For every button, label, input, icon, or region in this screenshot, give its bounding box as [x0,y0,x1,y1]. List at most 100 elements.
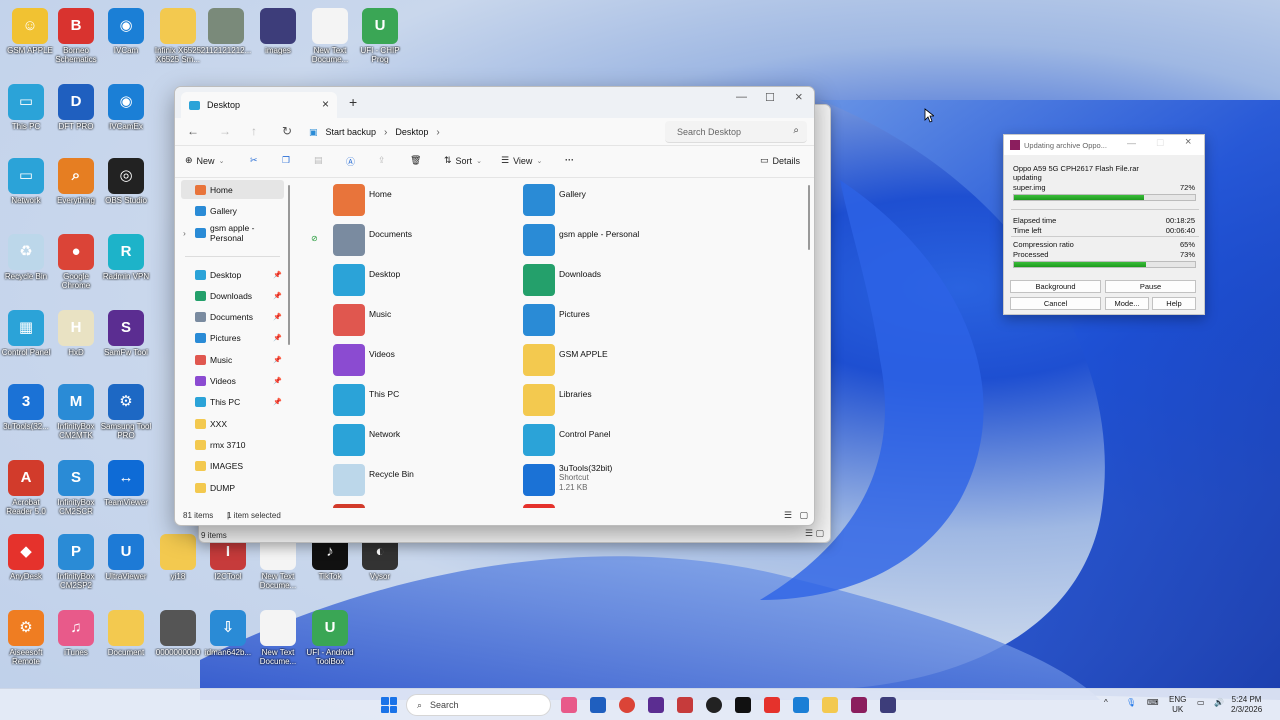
delete-icon[interactable]: 🗑 [410,155,421,166]
file-item[interactable]: Recycle Bin [333,462,518,502]
sidebar-item[interactable]: Documents 📌 [181,307,284,326]
sidebar-item[interactable]: Home [181,180,284,199]
rar-title-bar[interactable]: Updating archive Oppo... — ☐ × [1004,135,1204,155]
file-item[interactable]: Desktop [333,262,518,302]
sidebar-item[interactable]: This PC 📌 [181,392,284,411]
desktop-icon[interactable]: 3 3uTools(32... [0,384,52,431]
sidebar-item[interactable]: Videos 📌 [181,371,284,390]
file-item[interactable]: Libraries [523,382,708,422]
breadcrumb-start-backup[interactable]: Start backup [326,127,377,137]
details-button[interactable]: ▭ Details [760,155,800,166]
network-icon[interactable]: ▭ [1197,698,1205,708]
desktop-icon[interactable]: A Acrobat Reader 5.0 [0,460,52,516]
content-scrollbar[interactable] [808,185,810,250]
desktop-icon[interactable]: ▦ Control Panel [0,310,52,357]
itunes-taskbar-icon[interactable] [561,697,577,713]
mode-button[interactable]: Mode... [1105,297,1149,310]
desktop-icon[interactable]: Document [100,610,152,657]
refresh-icon[interactable]: ↻ [282,124,292,138]
desktop-icon[interactable]: ♫ iTunes [50,610,102,657]
desktop-icon[interactable]: 2112121212... [200,8,252,55]
desktop-icon[interactable]: P InfinityBox CM2SP2 [50,534,102,590]
winrar-progress-dialog[interactable]: Updating archive Oppo... — ☐ × Oppo A59 … [1003,134,1205,315]
desktop-icon[interactable]: U UFI - Android ToolBox [304,610,356,666]
view-toggle-icon[interactable]: ☰ ▢ [805,528,824,539]
desktop-icon[interactable]: ◉ IVCam [100,8,152,55]
sidebar-item[interactable]: DUMP [181,478,284,497]
breadcrumb[interactable]: ▣ Start backup › Desktop › [309,121,659,143]
keyboard-icon[interactable]: ⌨ [1147,698,1159,708]
file-item[interactable]: 3uTools(32bit) Shortcut 1.21 KB [523,462,708,502]
clock[interactable]: 5:24 PM 2/3/2026 [1231,695,1262,714]
breadcrumb-desktop[interactable]: Desktop [395,127,428,137]
desktop-icon[interactable]: M InfinityBox CM2MTK [50,384,102,440]
sidebar-item[interactable]: IMAGES [181,456,284,475]
desktop-icon[interactable]: U UFI - CHIP Prog [354,8,406,64]
more-options-button[interactable]: ··· [565,155,574,165]
file-item[interactable]: Documents [333,222,518,262]
sidebar-item[interactable]: › gsm apple - Personal [181,223,284,243]
desktop-icon[interactable]: ◆ AnyDesk [0,534,52,581]
desktop-icon[interactable]: ⚙ Samsung Tool PRO [100,384,152,440]
desktop-icon[interactable]: ☺ GSM APPLE [4,8,56,55]
title-bar[interactable]: Desktop × + — ☐ × [175,87,814,118]
winrar-taskbar-icon[interactable] [851,697,867,713]
file-item[interactable]: Videos [333,342,518,382]
view-button[interactable]: ☰ View ⌄ [501,155,542,166]
tiktok-taskbar-icon[interactable] [735,697,751,713]
file-item[interactable]: Downloads [523,262,708,302]
new-tab-button[interactable]: + [349,94,357,110]
desktop-icon[interactable]: D DFT PRO [50,84,102,131]
desktop-icon[interactable]: ⌕ Everything [50,158,102,205]
desktop-icon[interactable]: ● Google Chrome [50,234,102,290]
back-arrow-icon[interactable]: ← [187,124,199,138]
taskbar-search[interactable]: ⌕ Search [406,694,551,716]
desktop-icon[interactable]: ▭ Network [0,158,52,205]
file-explorer-window[interactable]: Desktop × + — ☐ × ← → ↑ ↻ ▣ Start backup… [174,86,815,526]
sidebar-item[interactable]: rmx 3710 [181,435,284,454]
search-input[interactable]: Search Desktop ⌕ [665,121,807,143]
file-item[interactable]: This PC [333,382,518,422]
file-item[interactable]: GSM APPLE [523,342,708,382]
sidebar-item[interactable]: Pictures 📌 [181,328,284,347]
desktop-icon[interactable]: ↔ TeamViewer [100,460,152,507]
acrobat-taskbar-icon[interactable] [677,697,693,713]
sidebar-item[interactable]: Music 📌 [181,350,284,369]
tab-desktop[interactable]: Desktop × [181,92,337,118]
file-item[interactable]: gsm apple - Personal [523,222,708,262]
microphone-icon[interactable]: 🎙 [1126,698,1136,708]
file-item[interactable]: Home [333,182,518,222]
paste-icon[interactable]: ▤ [314,155,323,166]
maximize-icon[interactable]: ☐ [1156,138,1164,149]
sidebar-item[interactable]: XXX [181,414,284,433]
sort-button[interactable]: ⇅ Sort ⌄ [444,155,482,166]
cut-icon[interactable]: ✂ [250,155,258,166]
file-item[interactable]: Gallery [523,182,708,222]
desktop-icon[interactable]: ♻ Recycle Bin [0,234,52,281]
close-icon[interactable]: × [795,89,803,104]
up-arrow-icon[interactable]: ↑ [251,124,257,138]
file-item[interactable]: Music [333,302,518,342]
app-taskbar-icon[interactable] [880,697,896,713]
sidebar-item[interactable]: Gallery [181,201,284,220]
volume-icon[interactable]: 🔊 [1214,698,1224,708]
desktop-icon[interactable]: S InfinityBox CM2SCR [50,460,102,516]
desktop-icon[interactable]: 0000000000 [152,610,204,657]
desktop-icon[interactable]: R Radmin VPN [100,234,152,281]
file-item[interactable]: Control Panel [523,422,708,462]
pause-button[interactable]: Pause [1105,280,1196,293]
desktop-icon[interactable]: ⇩ idman642b... [202,610,254,657]
background-button[interactable]: Background [1010,280,1101,293]
close-tab-icon[interactable]: × [322,97,329,111]
help-button[interactable]: Help [1152,297,1196,310]
ivcam-taskbar-icon[interactable] [793,697,809,713]
details-view-icon[interactable]: ☰ [784,510,792,521]
expand-chevron-icon[interactable]: › [183,228,186,238]
desktop-icon[interactable]: New Text Docume... [304,8,356,64]
desktop-icon[interactable]: H HxD [50,310,102,357]
desktop-icon[interactable]: Infinix X6525 X6525 Sm... [152,8,204,64]
minimize-icon[interactable]: — [736,91,747,103]
close-icon[interactable]: × [1185,136,1191,148]
desktop-icon[interactable]: S SamFw Tool [100,310,152,357]
dft-taskbar-icon[interactable] [590,697,606,713]
